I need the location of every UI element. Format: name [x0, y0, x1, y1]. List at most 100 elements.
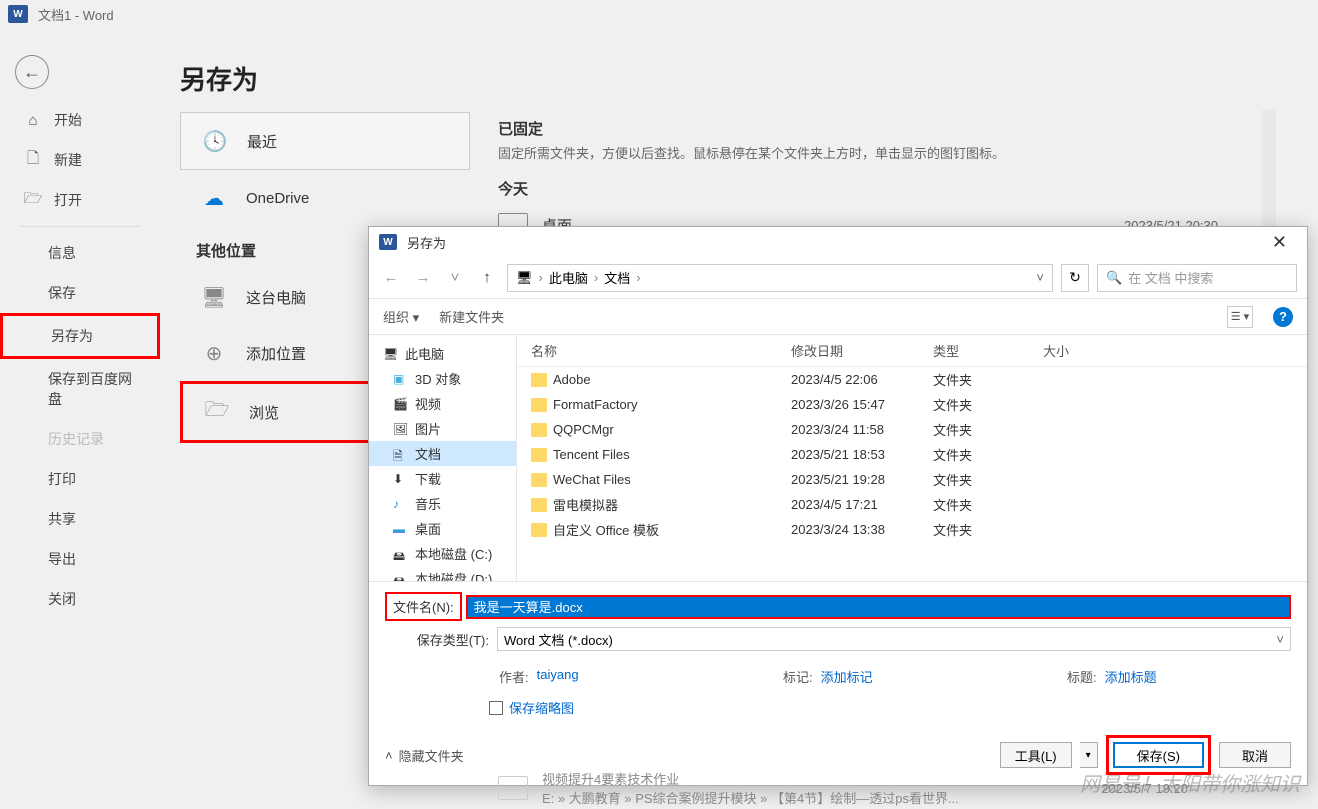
folder-icon	[531, 448, 547, 462]
file-row[interactable]: QQPCMgr2023/3/24 11:58文件夹	[517, 417, 1307, 442]
nav-save-baidu[interactable]: 保存到百度网盘	[0, 359, 160, 419]
cancel-button[interactable]: 取消	[1219, 742, 1291, 768]
nav-recent-drop[interactable]: ˅	[443, 266, 467, 290]
nav-save[interactable]: 保存	[0, 273, 160, 313]
nav-new[interactable]: 🗋新建	[0, 140, 160, 180]
tree-item[interactable]: 🖴本地磁盘 (C:)	[369, 541, 516, 566]
dialog-close-button[interactable]: ✕	[1262, 232, 1297, 253]
col-size[interactable]: 大小	[1043, 341, 1123, 360]
author-label: 作者:	[499, 667, 529, 686]
save-button[interactable]: 保存(S)	[1113, 742, 1204, 768]
tree-item-documents[interactable]: 🗎文档	[369, 441, 516, 466]
folder-icon	[531, 523, 547, 537]
filename-label: 文件名(N):	[385, 592, 462, 621]
file-row[interactable]: FormatFactory2023/3/26 15:47文件夹	[517, 392, 1307, 417]
pc-icon: 🖥	[200, 283, 228, 311]
location-onedrive[interactable]: ☁ OneDrive	[180, 170, 470, 226]
file-row[interactable]: Adobe2023/4/5 22:06文件夹	[517, 367, 1307, 392]
hide-folders-toggle[interactable]: ˄隐藏文件夹	[385, 746, 464, 765]
folder-icon	[498, 776, 528, 800]
file-row[interactable]: 雷电模拟器2023/4/5 17:21文件夹	[517, 492, 1307, 517]
disk-icon: 🖴	[393, 547, 409, 561]
view-mode-button[interactable]: ☰ ▾	[1227, 306, 1253, 328]
desktop-icon: ▬	[393, 522, 409, 536]
tree-item[interactable]: ♪音乐	[369, 491, 516, 516]
file-row[interactable]: WeChat Files2023/5/21 19:28文件夹	[517, 467, 1307, 492]
nav-print[interactable]: 打印	[0, 459, 160, 499]
address-bar[interactable]: 🖥 › 此电脑 › 文档 › ˅	[507, 264, 1053, 292]
tree-item[interactable]: ▣3D 对象	[369, 366, 516, 391]
nav-info[interactable]: 信息	[0, 233, 160, 273]
nav-share[interactable]: 共享	[0, 499, 160, 539]
back-button[interactable]: ←	[15, 55, 49, 89]
title-meta-value[interactable]: 添加标题	[1105, 667, 1157, 686]
refresh-button[interactable]: ↻	[1061, 264, 1089, 292]
tree-item[interactable]: ⬇下载	[369, 466, 516, 491]
pinned-desc: 固定所需文件夹，方便以后查找。鼠标悬停在某个文件夹上方时，单击显示的图钉图标。	[498, 143, 1248, 162]
dialog-nav-bar: ← → ˅ ↑ 🖥 › 此电脑 › 文档 › ˅ ↻ 🔍 在 文档 中搜索	[369, 257, 1307, 299]
new-folder-button[interactable]: 新建文件夹	[439, 307, 504, 326]
music-icon: ♪	[393, 497, 409, 511]
word-app-icon: W	[379, 234, 397, 250]
nav-export[interactable]: 导出	[0, 539, 160, 579]
tree-item[interactable]: ▬桌面	[369, 516, 516, 541]
tree-item[interactable]: 🎬视频	[369, 391, 516, 416]
pictures-icon: 🖼	[393, 422, 409, 436]
page-title: 另存为	[180, 60, 258, 97]
nav-forward-button[interactable]: →	[411, 266, 435, 290]
tags-label: 标记:	[783, 667, 813, 686]
dialog-title-text: 另存为	[407, 233, 446, 252]
title-bar: W 文档1 - Word	[0, 0, 1318, 28]
dialog-fields: 文件名(N): 保存类型(T): Word 文档 (*.docx) ˅	[369, 581, 1307, 663]
word-app-icon: W	[8, 5, 28, 23]
folder-icon	[531, 423, 547, 437]
browse-folder-icon: 🗁	[203, 398, 231, 426]
author-value[interactable]: taiyang	[537, 667, 579, 686]
nav-divider	[20, 226, 140, 227]
video-icon: 🎬	[393, 397, 409, 411]
nav-home[interactable]: ⌂开始	[0, 100, 160, 140]
file-row[interactable]: Tencent Files2023/5/21 18:53文件夹	[517, 442, 1307, 467]
partial-folder-row[interactable]: 视频提升4要素技术作业 E: » 大鹏教育 » PS综合案例提升模块 » 【第4…	[498, 769, 1188, 807]
nav-up-button[interactable]: ↑	[475, 266, 499, 290]
filename-input[interactable]	[466, 595, 1291, 619]
pc-icon: 🖥	[516, 270, 533, 286]
clock-icon: 🕓	[201, 127, 229, 155]
thumbnail-checkbox-row[interactable]: 保存缩略图	[369, 690, 1307, 725]
tags-value[interactable]: 添加标记	[821, 667, 873, 686]
left-nav: ⌂开始 🗋新建 🗁打开 信息 保存 另存为 保存到百度网盘 历史记录 打印 共享…	[0, 100, 160, 619]
col-type[interactable]: 类型	[933, 341, 1043, 360]
file-list-header: 名称 修改日期 类型 大小	[517, 335, 1307, 367]
tree-item[interactable]: 🖴本地磁盘 (D:)	[369, 566, 516, 581]
chevron-down-icon: ˅	[1276, 632, 1284, 647]
folder-icon	[531, 498, 547, 512]
location-recent[interactable]: 🕓 最近	[180, 112, 470, 170]
filetype-label: 保存类型(T):	[385, 630, 497, 649]
tree-item[interactable]: 🖼图片	[369, 416, 516, 441]
home-icon: ⌂	[24, 111, 42, 129]
tree-root-thispc[interactable]: 🖥此电脑	[369, 341, 516, 366]
thumbnail-label: 保存缩略图	[509, 698, 574, 717]
chevron-down-icon[interactable]: ˅	[1036, 270, 1044, 285]
pc-icon: 🖥	[383, 347, 399, 361]
organize-button[interactable]: 组织 ▾	[383, 307, 419, 326]
partial-time: 2023/5/7 19:20	[1101, 781, 1188, 796]
pinned-title: 已固定	[498, 118, 1248, 139]
checkbox-icon[interactable]	[489, 701, 503, 715]
tools-button[interactable]: 工具(L)	[1000, 742, 1072, 768]
file-panel: 名称 修改日期 类型 大小 Adobe2023/4/5 22:06文件夹Form…	[517, 335, 1307, 581]
col-name[interactable]: 名称	[531, 341, 791, 360]
col-date[interactable]: 修改日期	[791, 341, 933, 360]
documents-icon: 🗎	[393, 447, 409, 461]
nav-back-button[interactable]: ←	[379, 266, 403, 290]
onedrive-icon: ☁	[200, 184, 228, 212]
search-input[interactable]: 🔍 在 文档 中搜索	[1097, 264, 1297, 292]
help-button[interactable]: ?	[1273, 307, 1293, 327]
file-row[interactable]: 自定义 Office 模板2023/3/24 13:38文件夹	[517, 517, 1307, 542]
folder-icon	[531, 473, 547, 487]
filetype-select[interactable]: Word 文档 (*.docx) ˅	[497, 627, 1291, 651]
nav-saveas[interactable]: 另存为	[0, 313, 160, 359]
nav-open[interactable]: 🗁打开	[0, 180, 160, 220]
nav-close[interactable]: 关闭	[0, 579, 160, 619]
tools-dropdown[interactable]: ▾	[1080, 742, 1098, 768]
